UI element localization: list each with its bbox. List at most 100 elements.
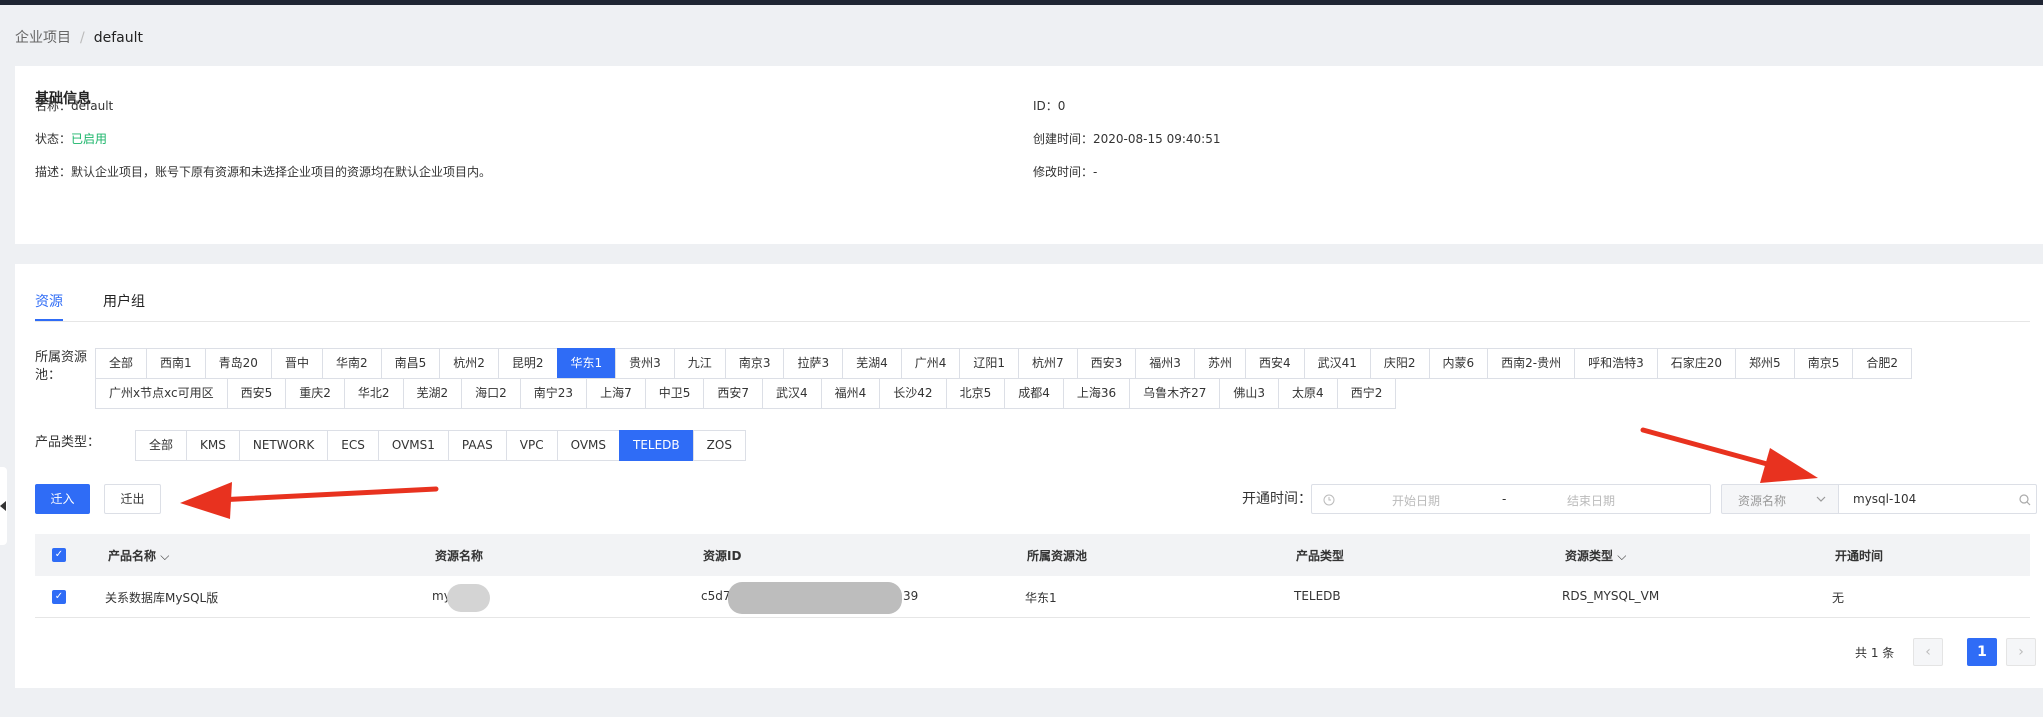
pool-chip-r1-11[interactable]: 南京3 xyxy=(724,348,785,379)
pool-chip-r2-19[interactable]: 西宁2 xyxy=(1336,378,1397,409)
breadcrumb-parent[interactable]: 企业项目 xyxy=(15,30,71,46)
info-id: ID：0 xyxy=(1033,97,1065,114)
pool-chip-r1-26[interactable]: 石家庄20 xyxy=(1656,348,1737,379)
pool-chip-r2-15[interactable]: 上海36 xyxy=(1062,378,1131,409)
pool-chip-r1-5[interactable]: 南昌5 xyxy=(380,348,441,379)
pool-chip-r1-0[interactable]: 全部 xyxy=(95,348,148,379)
pool-chip-r1-20[interactable]: 西安4 xyxy=(1244,348,1305,379)
pool-chip-r1-24[interactable]: 西南2-贵州 xyxy=(1487,348,1576,379)
cell-product: 关系数据库MySQL版 xyxy=(105,591,219,605)
pool-chip-r1-12[interactable]: 拉萨3 xyxy=(783,348,844,379)
pool-chip-r1-4[interactable]: 华南2 xyxy=(321,348,382,379)
pool-chip-r2-13[interactable]: 北京5 xyxy=(945,378,1006,409)
pool-chip-r2-17[interactable]: 佛山3 xyxy=(1219,378,1280,409)
pagination-page-1[interactable]: 1 xyxy=(1967,638,1997,666)
status-badge: 已启用 xyxy=(71,132,108,146)
pool-chip-r1-1[interactable]: 西南1 xyxy=(146,348,206,379)
pool-chip-r1-29[interactable]: 合肥2 xyxy=(1852,348,1912,379)
pool-chip-r2-18[interactable]: 太原4 xyxy=(1278,378,1338,409)
redaction-blur xyxy=(728,582,902,614)
pool-chip-r2-9[interactable]: 西安7 xyxy=(703,378,763,409)
pool-chip-r1-28[interactable]: 南京5 xyxy=(1793,348,1854,379)
search-input[interactable]: mysql-104 xyxy=(1838,484,2037,514)
info-created: 创建时间：2020-08-15 09:40:51 xyxy=(1033,130,1220,147)
product-chip-5[interactable]: PAAS xyxy=(447,430,507,461)
product-chip-2[interactable]: NETWORK xyxy=(238,430,329,461)
product-chip-1[interactable]: KMS xyxy=(186,430,240,461)
start-date-input[interactable]: 开始日期 xyxy=(1392,492,1440,509)
pool-chip-r2-4[interactable]: 芜湖2 xyxy=(402,378,463,409)
pool-chip-r1-19[interactable]: 苏州 xyxy=(1193,348,1246,379)
pool-chip-r1-13[interactable]: 芜湖4 xyxy=(842,348,902,379)
product-chip-3[interactable]: ECS xyxy=(327,430,379,461)
pool-chip-r1-27[interactable]: 郑州5 xyxy=(1735,348,1795,379)
search-field-select[interactable]: 资源名称 xyxy=(1721,484,1839,514)
pool-chip-r2-5[interactable]: 海口2 xyxy=(461,378,521,409)
pool-chip-row-1: 全部 西南1 青岛20 晋中 华南2 南昌5 杭州2 昆明2 华东1 贵州3 九江 南京3 拉萨3 芜湖4… xyxy=(95,348,1912,379)
cell-resource-type: RDS_MYSQL_VM xyxy=(1562,589,1660,603)
column-resource-id: 资源ID xyxy=(703,549,742,563)
info-id-value: 0 xyxy=(1057,99,1066,113)
pool-chip-r2-2[interactable]: 重庆2 xyxy=(285,378,345,409)
product-chip-4[interactable]: OVMS1 xyxy=(377,430,449,461)
info-desc-value: 默认企业项目，账号下原有资源和未选择企业项目的资源均在默认企业项目内。 xyxy=(71,165,492,179)
pool-chip-r2-12[interactable]: 长沙42 xyxy=(879,378,947,409)
column-product-type: 产品类型 xyxy=(1296,549,1345,563)
pool-chip-r1-10[interactable]: 九江 xyxy=(673,348,726,379)
pool-chip-r1-16[interactable]: 杭州7 xyxy=(1018,348,1078,379)
pool-chip-r1-2[interactable]: 青岛20 xyxy=(204,348,272,379)
sidebar-collapse-handle[interactable] xyxy=(0,467,7,545)
pool-chip-r1-22[interactable]: 庆阳2 xyxy=(1369,348,1430,379)
pool-chip-r2-11[interactable]: 福州4 xyxy=(820,378,881,409)
pool-chip-r1-7[interactable]: 昆明2 xyxy=(497,348,558,379)
info-name-value: default xyxy=(71,99,114,113)
search-icon[interactable] xyxy=(2019,494,2031,506)
pool-chip-r1-15[interactable]: 辽阳1 xyxy=(959,348,1020,379)
info-desc: 描述：默认企业项目，账号下原有资源和未选择企业项目的资源均在默认企业项目内。 xyxy=(35,163,491,180)
pool-chip-r2-6[interactable]: 南宁23 xyxy=(519,378,588,409)
pagination-total: 共 1 条 xyxy=(1855,646,1895,660)
pool-chip-r2-8[interactable]: 中卫5 xyxy=(644,378,705,409)
product-chip-0[interactable]: 全部 xyxy=(135,430,188,461)
info-modified: 修改时间：- xyxy=(1033,163,1097,180)
product-chip-6[interactable]: VPC xyxy=(505,430,558,461)
pool-chip-r1-9[interactable]: 贵州3 xyxy=(615,348,675,379)
column-resource-type[interactable]: 资源类型 ⌵ xyxy=(1565,547,1626,564)
date-range-picker[interactable]: 开始日期 - 结束日期 xyxy=(1311,484,1711,514)
tab-bar: 资源 用户组 xyxy=(35,291,2030,322)
info-status: 状态：已启用 xyxy=(35,130,107,147)
pool-chip-r1-23[interactable]: 内蒙6 xyxy=(1428,348,1489,379)
pagination-next-button[interactable]: › xyxy=(2006,638,2036,666)
pool-chip-r1-17[interactable]: 西安3 xyxy=(1076,348,1137,379)
pool-chip-r2-14[interactable]: 成都4 xyxy=(1004,378,1064,409)
move-out-button[interactable]: 迁出 xyxy=(104,484,161,514)
cell-open-time: 无 xyxy=(1832,591,1845,605)
table-row[interactable]: ✓ 关系数据库MySQL版 my c5d7 39 华东1 TELEDB RDS_… xyxy=(35,576,2030,618)
pool-chip-r1-3[interactable]: 晋中 xyxy=(270,348,323,379)
pool-chip-r2-3[interactable]: 华北2 xyxy=(343,378,404,409)
product-chip-9[interactable]: ZOS xyxy=(692,430,746,461)
pool-chip-r1-25[interactable]: 呼和浩特3 xyxy=(1574,348,1658,379)
pool-chip-r1-6[interactable]: 杭州2 xyxy=(439,348,499,379)
pagination-prev-button[interactable]: ‹ xyxy=(1913,638,1943,666)
select-all-checkbox[interactable]: ✓ xyxy=(52,548,66,562)
tab-resources[interactable]: 资源 xyxy=(35,291,63,321)
pool-chip-r1-14[interactable]: 广州4 xyxy=(900,348,961,379)
pool-chip-r1-8[interactable]: 华东1 xyxy=(556,348,617,379)
product-chip-7[interactable]: OVMS xyxy=(556,430,620,461)
row-checkbox[interactable]: ✓ xyxy=(52,590,66,604)
tab-user-groups[interactable]: 用户组 xyxy=(103,291,145,319)
pool-chip-r2-7[interactable]: 上海7 xyxy=(586,378,646,409)
pool-chip-r2-16[interactable]: 乌鲁木齐27 xyxy=(1129,378,1221,409)
pool-chip-r2-1[interactable]: 西安5 xyxy=(226,378,287,409)
pool-chip-r1-18[interactable]: 福州3 xyxy=(1135,348,1195,379)
cell-pool: 华东1 xyxy=(1025,591,1057,605)
pool-chip-r1-21[interactable]: 武汉41 xyxy=(1303,348,1371,379)
pool-chip-r2-0[interactable]: 广州x节点xc可用区 xyxy=(95,378,228,409)
column-product-name[interactable]: 产品名称 ⌵ xyxy=(108,547,169,564)
pool-chip-r2-10[interactable]: 武汉4 xyxy=(762,378,822,409)
move-in-button[interactable]: 迁入 xyxy=(35,484,90,514)
end-date-input[interactable]: 结束日期 xyxy=(1567,492,1615,509)
info-name: 名称：default xyxy=(35,97,113,114)
product-chip-8[interactable]: TELEDB xyxy=(619,430,694,461)
